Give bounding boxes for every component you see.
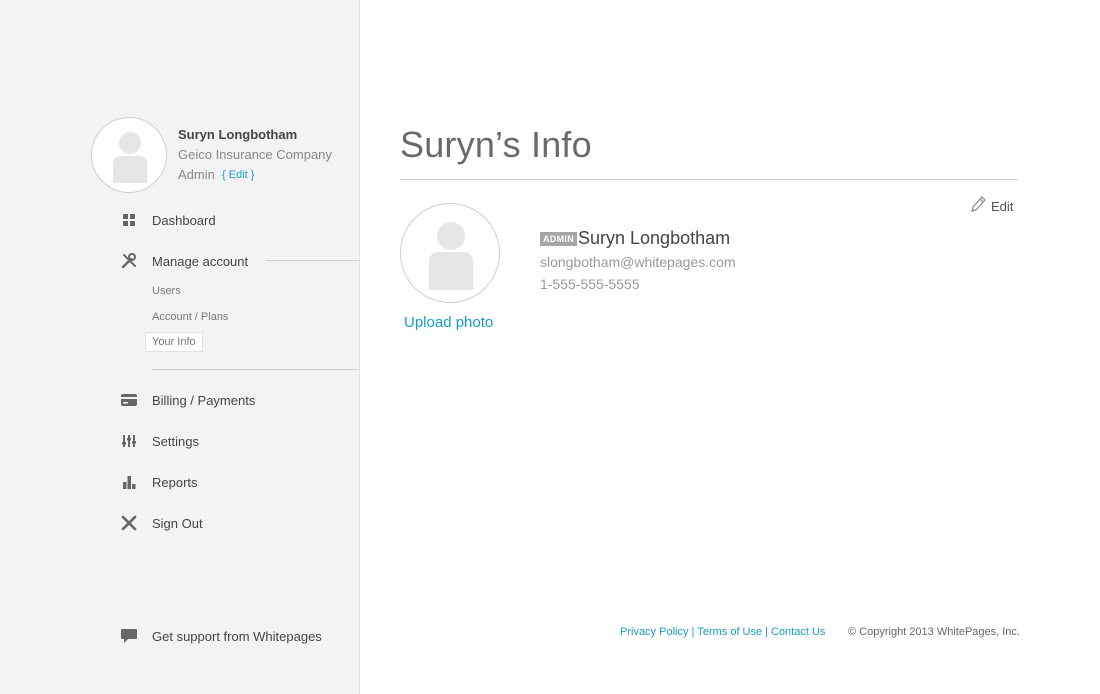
avatar-placeholder-icon bbox=[113, 132, 147, 183]
support-label: Get support from Whitepages bbox=[152, 628, 322, 644]
dashboard-icon bbox=[120, 211, 138, 229]
user-name: Suryn Longbotham bbox=[578, 228, 731, 248]
profile-company: Geico Insurance Company bbox=[178, 147, 332, 162]
profile-name: Suryn Longbotham bbox=[178, 127, 298, 142]
bar-chart-icon bbox=[120, 473, 138, 491]
sidebar-item-label: Reports bbox=[152, 474, 198, 490]
divider bbox=[400, 179, 1018, 180]
copyright: © Copyright 2013 WhitePages, Inc. bbox=[848, 626, 1020, 638]
sidebar-item-label: Manage account bbox=[152, 253, 249, 269]
sidebar: Suryn Longbotham Geico Insurance Company… bbox=[0, 0, 360, 694]
page-title: Suryn’s Info bbox=[400, 124, 592, 165]
profile-avatar bbox=[91, 117, 167, 193]
footer-links: Privacy Policy | Terms of Use | Contact Us bbox=[620, 626, 825, 638]
user-email: slongbotham@whitepages.com bbox=[540, 254, 736, 270]
upload-photo-link[interactable]: Upload photo bbox=[404, 314, 493, 331]
terms-of-use-link[interactable]: Terms of Use bbox=[697, 626, 762, 638]
admin-badge: ADMIN bbox=[540, 232, 577, 246]
contact-us-link[interactable]: Contact Us bbox=[771, 626, 825, 638]
close-icon bbox=[120, 514, 138, 532]
user-phone: 1-555-555-5555 bbox=[540, 276, 640, 292]
sidebar-item-billing[interactable]: Billing / Payments bbox=[120, 390, 255, 410]
sidebar-item-settings[interactable]: Settings bbox=[120, 431, 199, 451]
edit-button[interactable]: Edit bbox=[969, 194, 1013, 219]
footer-separator: | bbox=[691, 626, 695, 638]
credit-card-icon bbox=[120, 391, 138, 409]
chat-bubble-icon bbox=[120, 627, 138, 645]
footer-separator: | bbox=[765, 626, 768, 638]
sliders-icon bbox=[120, 432, 138, 450]
divider bbox=[266, 260, 359, 261]
sub-item-account-plans[interactable]: Account / Plans bbox=[152, 311, 228, 323]
edit-label: Edit bbox=[991, 199, 1014, 214]
sidebar-item-label: Dashboard bbox=[152, 212, 216, 228]
support-link[interactable]: Get support from Whitepages bbox=[120, 627, 322, 645]
sidebar-item-sign-out[interactable]: Sign Out bbox=[120, 513, 203, 533]
user-avatar bbox=[400, 203, 500, 303]
profile-role: Admin bbox=[178, 167, 215, 182]
sidebar-item-label: Settings bbox=[152, 433, 199, 449]
sidebar-item-label: Sign Out bbox=[152, 515, 203, 531]
privacy-policy-link[interactable]: Privacy Policy bbox=[620, 626, 688, 638]
main-content: Suryn’s Info Edit Upload photo ADMIN Sur… bbox=[360, 0, 1100, 694]
avatar-placeholder-icon bbox=[429, 222, 473, 290]
profile-edit-link[interactable]: { Edit } bbox=[222, 169, 254, 181]
divider bbox=[152, 369, 359, 370]
sub-item-users[interactable]: Users bbox=[152, 285, 181, 297]
tools-icon bbox=[120, 252, 138, 270]
pencil-icon bbox=[969, 194, 987, 219]
sub-item-your-info[interactable]: Your Info bbox=[145, 332, 203, 352]
sidebar-item-dashboard[interactable]: Dashboard bbox=[120, 210, 216, 230]
sidebar-item-manage-account[interactable]: Manage account bbox=[120, 251, 248, 271]
sidebar-item-label: Billing / Payments bbox=[152, 392, 256, 408]
sidebar-item-reports[interactable]: Reports bbox=[120, 472, 198, 492]
